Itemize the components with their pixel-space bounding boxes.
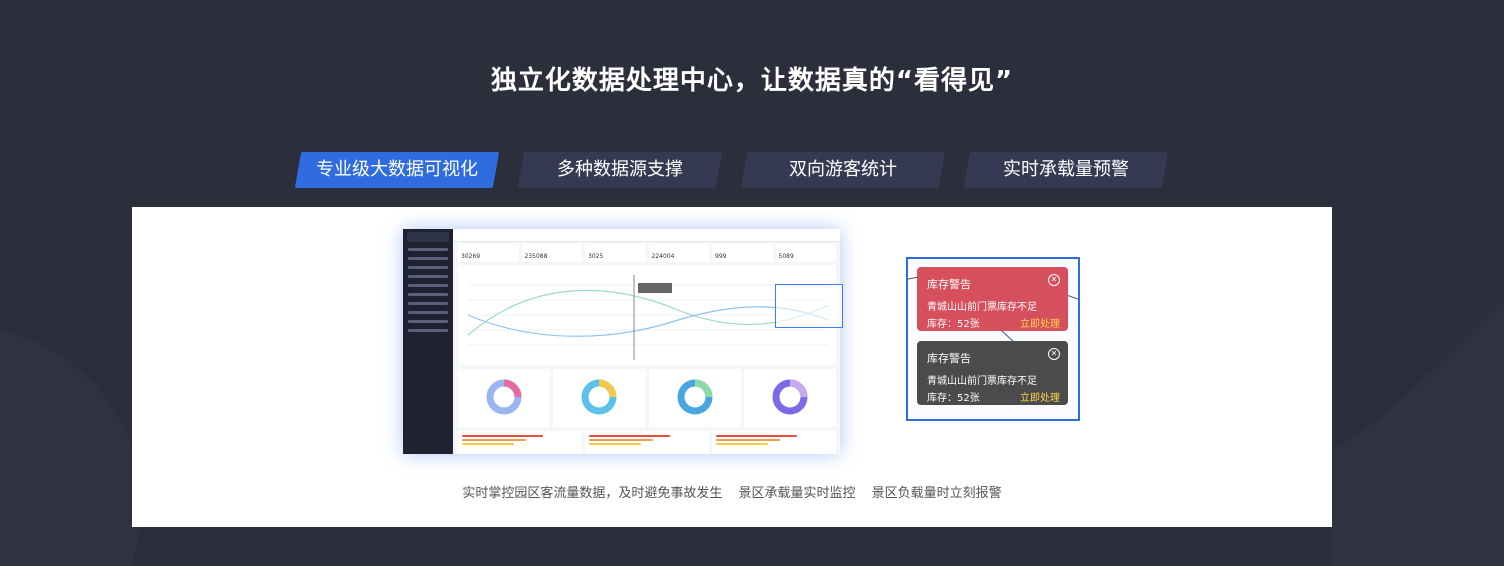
alert-title: 库存警告 bbox=[927, 278, 971, 291]
close-icon[interactable]: ✕ bbox=[1048, 274, 1060, 286]
tab-multiple-data-sources[interactable]: 多种数据源支撑 bbox=[521, 152, 719, 188]
stock-warning-alert: 库存警告 ✕ 青城山山前门票库存不足 库存：52张 立即处理 bbox=[917, 267, 1068, 331]
dashboard-sidebar bbox=[403, 229, 453, 454]
caption-item: 景区负载量时立刻报警 bbox=[871, 486, 1002, 501]
alert-stock: 库存：52张 bbox=[927, 393, 980, 404]
alert-message: 青城山山前门票库存不足 bbox=[927, 302, 1037, 313]
dashboard-screenshot: 30269 235088 3025 224004 999 5089 bbox=[403, 229, 840, 454]
kpi-value: 235088 bbox=[521, 244, 582, 262]
kpi-value: 224004 bbox=[648, 244, 709, 262]
alert-title: 库存警告 bbox=[927, 352, 971, 365]
dashboard-topbar bbox=[453, 229, 840, 242]
stock-warning-alert: 库存警告 ✕ 青城山山前门票库存不足 库存：52张 立即处理 bbox=[917, 341, 1068, 405]
kpi-value: 30269 bbox=[458, 244, 519, 262]
feature-caption: 实时掌控园区客流量数据，及时避免事故发生 景区承载量实时监控 景区负载量时立刻报… bbox=[132, 482, 1332, 501]
dashboard-donut-row bbox=[458, 369, 836, 427]
alert-zoom-pane: 库存警告 ✕ 青城山山前门票库存不足 库存：52张 立即处理 库存警告 ✕ 青城… bbox=[906, 257, 1080, 421]
tab-big-data-visualization[interactable]: 专业级大数据可视化 bbox=[298, 152, 496, 188]
dashboard-kpi-row: 30269 235088 3025 224004 999 5089 bbox=[458, 244, 836, 262]
feature-panel: 30269 235088 3025 224004 999 5089 库存警告 ✕… bbox=[132, 207, 1332, 527]
kpi-value: 5089 bbox=[775, 244, 836, 262]
kpi-value: 3025 bbox=[585, 244, 646, 262]
caption-item: 景区承载量实时监控 bbox=[738, 486, 856, 501]
tab-two-way-visitor-statistics[interactable]: 双向游客统计 bbox=[744, 152, 942, 188]
close-icon[interactable]: ✕ bbox=[1048, 348, 1060, 360]
dashboard-ranking-row bbox=[458, 431, 836, 454]
kpi-value: 999 bbox=[712, 244, 773, 262]
caption-item: 实时掌控园区客流量数据，及时避免事故发生 bbox=[462, 486, 723, 501]
tab-realtime-capacity-warning[interactable]: 实时承载量预警 bbox=[967, 152, 1165, 188]
handle-now-button[interactable]: 立即处理 bbox=[1020, 315, 1060, 330]
alert-stock: 库存：52张 bbox=[927, 319, 980, 330]
handle-now-button[interactable]: 立即处理 bbox=[1020, 389, 1060, 404]
page-headline: 独立化数据处理中心，让数据真的“看得见” bbox=[490, 66, 1014, 96]
zoom-highlight-box bbox=[775, 284, 843, 328]
alert-message: 青城山山前门票库存不足 bbox=[927, 376, 1037, 387]
